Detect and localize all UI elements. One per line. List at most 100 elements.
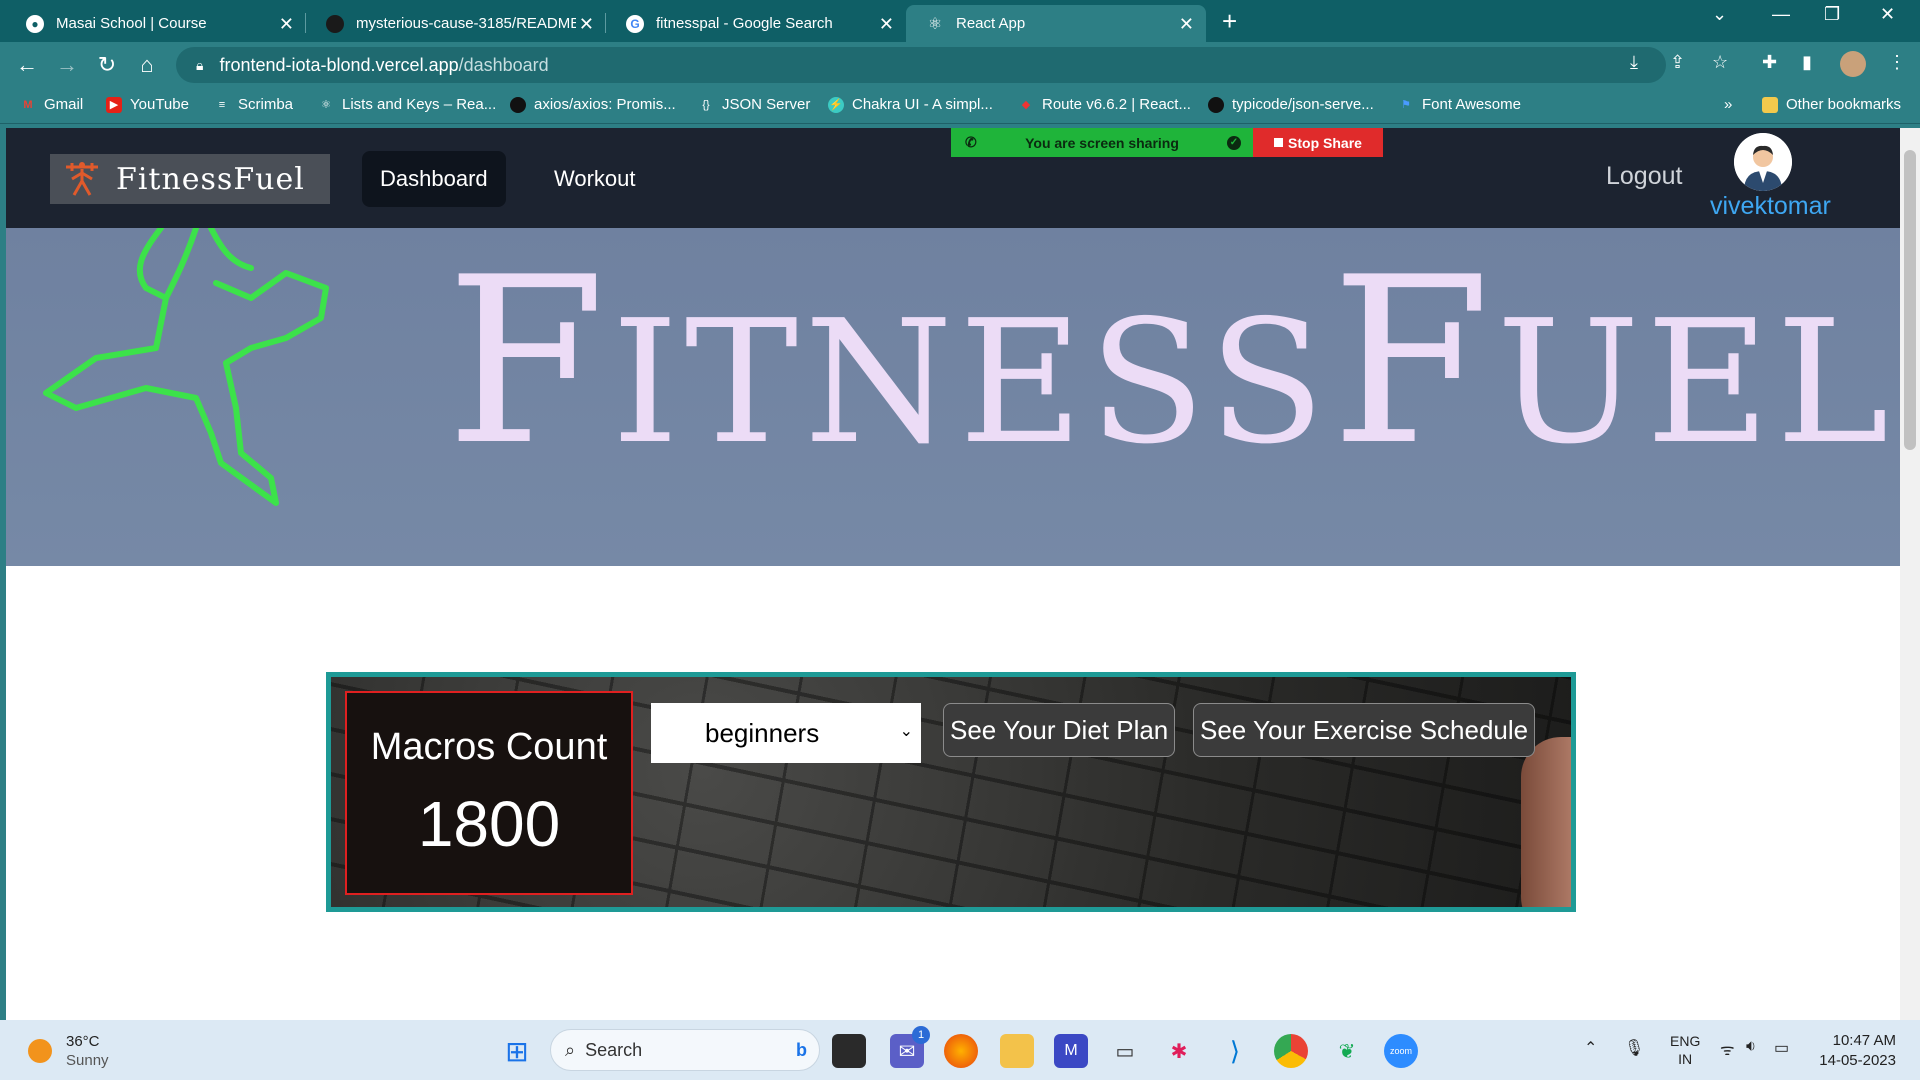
tab-readme[interactable]: mysterious-cause-3185/README ✕: [306, 5, 606, 42]
globe-icon: ●: [26, 14, 44, 33]
close-icon[interactable]: ✕: [279, 14, 294, 35]
share-status-text: You are screen sharing: [1025, 134, 1179, 151]
close-icon[interactable]: ✕: [879, 14, 894, 35]
bookmark-lists-keys[interactable]: ⚛ Lists and Keys – Rea...: [318, 96, 496, 113]
bookmark-json-server[interactable]: {} JSON Server: [698, 96, 810, 113]
zoom-icon[interactable]: zoom: [1384, 1034, 1418, 1068]
windows-start-icon[interactable]: ⊞: [500, 1034, 534, 1068]
share-icon[interactable]: ⇪: [1670, 52, 1685, 73]
system-clock[interactable]: 10:47 AM 14-05-2023: [1804, 1031, 1896, 1071]
google-icon: G: [626, 14, 644, 33]
extensions-puzzle-icon[interactable]: ✚: [1762, 52, 1777, 73]
new-tab-plus-icon[interactable]: +: [1222, 6, 1237, 37]
chevron-down-icon[interactable]: ⌄: [1712, 4, 1727, 25]
chevron-up-icon[interactable]: ⌃: [1584, 1038, 1597, 1058]
tab-title: fitnesspal - Google Search: [656, 15, 833, 32]
restore-icon[interactable]: ❐: [1824, 4, 1840, 25]
search-icon: ⌕: [565, 1039, 576, 1060]
profile-avatar-icon[interactable]: [1840, 51, 1866, 77]
scrollbar-thumb[interactable]: [1904, 150, 1916, 450]
stop-share-button[interactable]: Stop Share: [1253, 128, 1383, 157]
avatar-person-icon: [1734, 133, 1792, 191]
battery-icon[interactable]: ▭: [1774, 1038, 1789, 1058]
side-panel-icon[interactable]: ▮: [1802, 52, 1812, 73]
chrome-icon[interactable]: [1274, 1034, 1308, 1068]
bookmark-gmail[interactable]: M Gmail: [20, 96, 83, 113]
taskbar-search[interactable]: ⌕ Search b: [550, 1029, 820, 1071]
window-close-icon[interactable]: ✕: [1880, 4, 1895, 25]
scrimba-icon: ≡: [218, 98, 226, 111]
username-label[interactable]: vivektomar: [1710, 192, 1831, 221]
mongodb-icon[interactable]: ❦: [1330, 1034, 1364, 1068]
close-icon[interactable]: ✕: [579, 14, 594, 35]
tab-bar: ● Masai School | Course ✕ mysterious-cau…: [0, 0, 1920, 42]
bookmark-youtube[interactable]: ▶ YouTube: [106, 96, 189, 113]
page-scrollbar[interactable]: [1900, 128, 1920, 1020]
user-avatar[interactable]: [1734, 133, 1792, 191]
github-icon: [510, 96, 526, 113]
file-explorer-icon[interactable]: [1000, 1034, 1034, 1068]
teams-badge: 1: [912, 1026, 930, 1044]
bookmark-label: Route v6.6.2 | React...: [1042, 96, 1191, 113]
bookmark-typicode[interactable]: typicode/json-serve...: [1208, 96, 1374, 113]
app-icon[interactable]: M: [1054, 1034, 1088, 1068]
home-icon[interactable]: ⌂: [132, 50, 162, 80]
page-viewport: FitnessFuel Dashboard Workout ✆ You are …: [6, 128, 1900, 1020]
nav-workout[interactable]: Workout: [536, 151, 654, 207]
microphone-icon[interactable]: 🎙︎: [1624, 1038, 1644, 1058]
task-view-icon[interactable]: [832, 1034, 866, 1068]
weather-desc: Sunny: [66, 1052, 109, 1069]
shield-check-icon: ✓: [1227, 135, 1241, 150]
teams-chat-icon[interactable]: ✉ 1: [890, 1026, 930, 1068]
clock-date: 14-05-2023: [1819, 1052, 1896, 1069]
logout-button[interactable]: Logout: [1606, 162, 1682, 191]
region-label[interactable]: IN: [1670, 1050, 1700, 1068]
weather-widget[interactable]: 36°C Sunny: [28, 1032, 109, 1070]
bookmark-chakra[interactable]: ⚡ Chakra UI - A simpl...: [828, 96, 993, 113]
volume-icon[interactable]: 🔉︎: [1746, 1038, 1756, 1056]
tab-masai[interactable]: ● Masai School | Course ✕: [6, 5, 306, 42]
stop-icon: [1274, 138, 1284, 147]
url-domain: frontend-iota-blond.vercel.app: [219, 54, 459, 75]
reload-icon[interactable]: ↻: [92, 50, 122, 80]
chakra-icon: ⚡: [828, 96, 844, 113]
star-icon[interactable]: ☆: [1712, 52, 1728, 73]
macros-value: 1800: [417, 788, 561, 860]
install-icon[interactable]: ⤓: [1630, 52, 1638, 73]
firefox-icon[interactable]: [944, 1034, 978, 1068]
folder-icon: [1762, 96, 1778, 113]
level-selected-value: beginners: [705, 717, 820, 748]
level-select[interactable]: beginners ⌄: [651, 703, 921, 763]
minimize-icon[interactable]: —: [1772, 4, 1790, 25]
close-icon[interactable]: ✕: [1179, 14, 1194, 35]
hero-brand-text: FITNESSFUEL: [446, 248, 1895, 478]
forward-arrow-icon[interactable]: →: [52, 50, 82, 80]
tab-react-app[interactable]: ⚛ React App ✕: [906, 5, 1206, 42]
github-icon: [326, 14, 344, 33]
diet-plan-button[interactable]: See Your Diet Plan: [943, 703, 1176, 757]
menu-dots-icon[interactable]: ⋮: [1888, 52, 1906, 73]
bookmark-axios[interactable]: axios/axios: Promis...: [510, 96, 676, 113]
slack-icon[interactable]: ✱: [1162, 1034, 1196, 1068]
youtube-icon: ▶: [106, 96, 122, 113]
windows-taskbar: 36°C Sunny ⊞ ⌕ Search b ✉ 1 M ▭ ✱ ⟩ ❦ zoom…: [0, 1020, 1920, 1080]
bookmark-other[interactable]: Other bookmarks: [1762, 96, 1901, 113]
snipping-icon[interactable]: ▭: [1108, 1034, 1142, 1068]
bookmark-scrimba[interactable]: ≡ Scrimba: [214, 96, 293, 113]
app-logo[interactable]: FitnessFuel: [50, 154, 330, 204]
exercise-schedule-button[interactable]: See Your Exercise Schedule: [1193, 703, 1536, 757]
bookmark-font-awesome[interactable]: ⚑ Font Awesome: [1398, 96, 1521, 113]
address-bar[interactable]: 🔒︎ frontend-iota-blond.vercel.app/dashbo…: [176, 47, 1666, 83]
bookmark-react-router[interactable]: ◆ Route v6.6.2 | React...: [1018, 96, 1191, 113]
nav-dashboard[interactable]: Dashboard: [362, 151, 506, 207]
url-path: /dashboard: [458, 54, 549, 75]
bookmark-label: JSON Server: [722, 96, 811, 113]
bookmarks-overflow[interactable]: »: [1724, 96, 1732, 113]
language-label[interactable]: ENG: [1670, 1032, 1700, 1050]
screen-share-bar: ✆ You are screen sharing ✓ Stop Share: [951, 128, 1383, 157]
tab-google[interactable]: G fitnesspal - Google Search ✕: [606, 5, 906, 42]
back-arrow-icon[interactable]: ←: [12, 50, 42, 80]
flag-icon: ⚑: [1401, 98, 1411, 111]
vscode-icon[interactable]: ⟩: [1218, 1034, 1252, 1068]
wifi-icon[interactable]: ᯤ: [1720, 1038, 1735, 1060]
